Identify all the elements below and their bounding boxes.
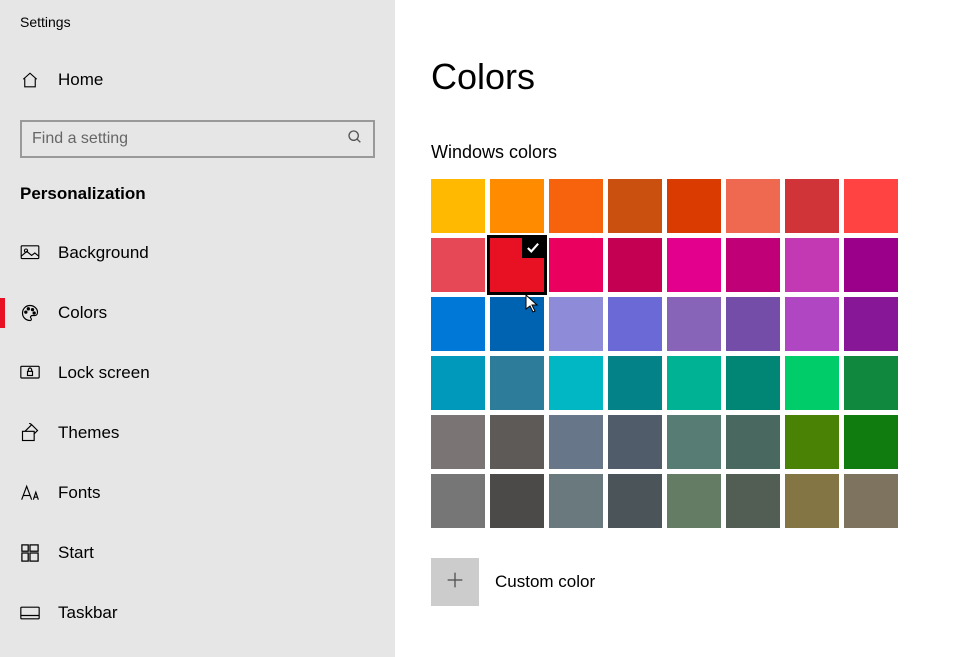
themes-icon [20, 423, 40, 443]
color-swatch[interactable] [844, 356, 898, 410]
main-content: Colors Windows colors Custom color [395, 0, 968, 657]
nav-item-lock-screen[interactable]: Lock screen [0, 350, 395, 396]
color-swatch[interactable] [549, 474, 603, 528]
color-swatch[interactable] [549, 297, 603, 351]
nav-item-label: Start [58, 543, 94, 563]
color-swatch[interactable] [726, 238, 780, 292]
sidebar: Settings Home Personalization Background… [0, 0, 395, 657]
color-swatch[interactable] [667, 179, 721, 233]
nav-item-background[interactable]: Background [0, 230, 395, 276]
nav-item-start[interactable]: Start [0, 530, 395, 576]
plus-icon [444, 569, 466, 595]
color-swatch[interactable] [490, 415, 544, 469]
color-swatch[interactable] [726, 415, 780, 469]
color-swatch[interactable] [490, 474, 544, 528]
search-icon [347, 129, 363, 149]
lock-screen-icon [20, 363, 40, 383]
color-swatch[interactable] [844, 474, 898, 528]
color-swatch[interactable] [785, 356, 839, 410]
color-swatch[interactable] [490, 297, 544, 351]
fonts-icon [20, 483, 40, 503]
color-swatch[interactable] [785, 297, 839, 351]
color-swatch[interactable] [490, 356, 544, 410]
nav-item-fonts[interactable]: Fonts [0, 470, 395, 516]
background-icon [20, 243, 40, 263]
color-swatch[interactable] [431, 474, 485, 528]
custom-color-button[interactable] [431, 558, 479, 606]
color-swatch[interactable] [844, 179, 898, 233]
color-swatch[interactable] [431, 179, 485, 233]
start-icon [20, 543, 40, 563]
nav-item-label: Lock screen [58, 363, 150, 383]
color-swatch[interactable] [549, 179, 603, 233]
search-box[interactable] [20, 120, 375, 158]
color-swatch[interactable] [549, 356, 603, 410]
color-swatch[interactable] [726, 179, 780, 233]
section-title: Personalization [0, 184, 395, 230]
nav-list: Background Colors Lock screen Themes Fonts St… [0, 230, 395, 636]
nav-item-themes[interactable]: Themes [0, 410, 395, 456]
color-swatch[interactable] [608, 179, 662, 233]
color-swatch[interactable] [785, 179, 839, 233]
nav-item-label: Colors [58, 303, 107, 323]
nav-item-taskbar[interactable]: Taskbar [0, 590, 395, 636]
color-swatch[interactable] [431, 356, 485, 410]
color-swatch[interactable] [844, 415, 898, 469]
color-swatch[interactable] [549, 415, 603, 469]
nav-item-label: Taskbar [58, 603, 118, 623]
color-swatch[interactable] [667, 474, 721, 528]
taskbar-icon [20, 603, 40, 623]
colors-icon [20, 303, 40, 323]
color-swatch[interactable] [726, 297, 780, 351]
color-swatch[interactable] [549, 238, 603, 292]
color-swatch[interactable] [726, 474, 780, 528]
nav-home[interactable]: Home [0, 60, 395, 100]
color-swatch[interactable] [608, 474, 662, 528]
custom-color-label: Custom color [495, 572, 595, 592]
color-swatch[interactable] [844, 297, 898, 351]
nav-item-label: Fonts [58, 483, 101, 503]
nav-home-label: Home [58, 70, 103, 90]
color-swatch[interactable] [490, 179, 544, 233]
color-swatch[interactable] [608, 297, 662, 351]
color-swatch[interactable] [667, 238, 721, 292]
color-swatch[interactable] [431, 238, 485, 292]
custom-color-row[interactable]: Custom color [431, 558, 932, 606]
color-swatch[interactable] [667, 415, 721, 469]
home-icon [20, 70, 40, 90]
color-swatch[interactable] [608, 415, 662, 469]
nav-item-label: Background [58, 243, 149, 263]
color-swatch[interactable] [608, 356, 662, 410]
color-swatch[interactable] [431, 415, 485, 469]
check-icon [522, 238, 544, 258]
color-swatch[interactable] [785, 238, 839, 292]
nav-item-colors[interactable]: Colors [0, 290, 395, 336]
color-swatch[interactable] [844, 238, 898, 292]
nav-item-label: Themes [58, 423, 119, 443]
color-swatch[interactable] [608, 238, 662, 292]
color-swatch[interactable] [726, 356, 780, 410]
app-title: Settings [0, 14, 395, 60]
search-container [0, 120, 395, 184]
color-swatch[interactable] [785, 474, 839, 528]
search-input[interactable] [32, 130, 347, 148]
color-swatch[interactable] [667, 356, 721, 410]
windows-colors-heading: Windows colors [431, 142, 932, 163]
color-swatch[interactable] [490, 238, 544, 292]
page-title: Colors [431, 56, 932, 98]
color-swatch[interactable] [785, 415, 839, 469]
color-swatch-grid [431, 179, 932, 528]
color-swatch[interactable] [431, 297, 485, 351]
color-swatch[interactable] [667, 297, 721, 351]
